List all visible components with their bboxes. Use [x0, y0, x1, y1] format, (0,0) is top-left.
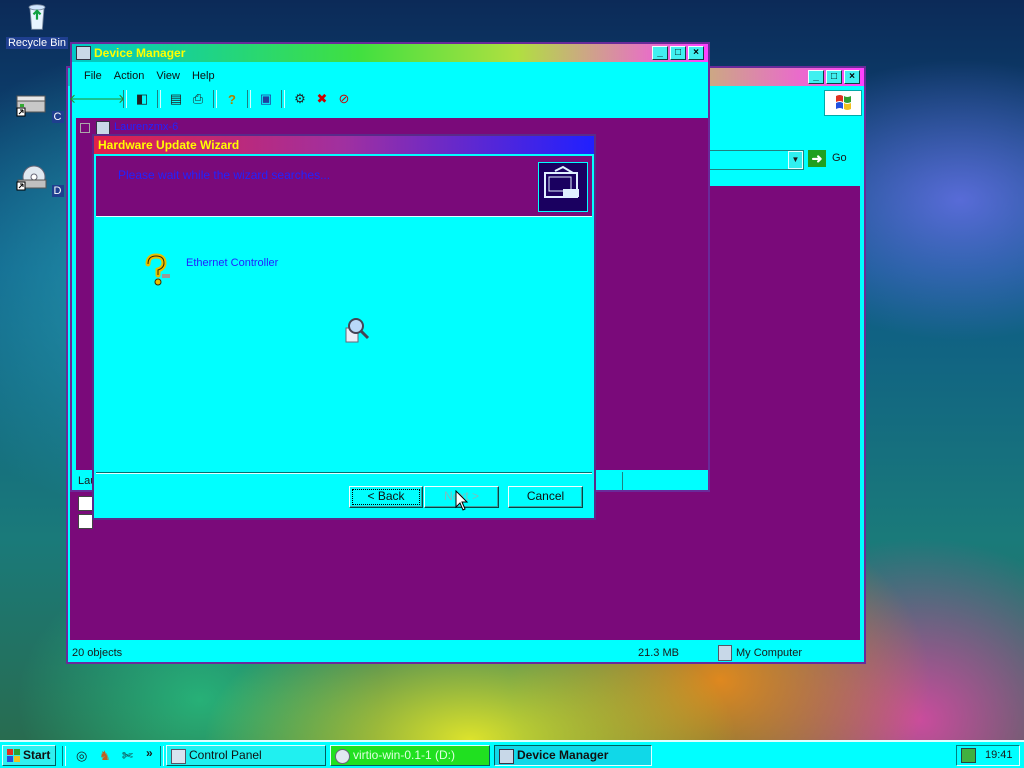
maximize-button[interactable]: □ [826, 70, 842, 84]
cd-drive-icon [335, 749, 350, 764]
status-objects: 20 objects [72, 647, 123, 659]
uninstall-icon[interactable]: ✖ [312, 90, 332, 108]
close-button[interactable]: × [688, 46, 704, 60]
print-icon[interactable]: ⎙ [188, 90, 208, 108]
wizard-header: Please wait while the wizard searches... [96, 156, 592, 217]
cd-drive-icon [16, 165, 47, 191]
device-name: Ethernet Controller [186, 257, 279, 269]
start-label: Start [23, 748, 51, 762]
menu-bar: File Action View Help [78, 68, 221, 84]
menu-help[interactable]: Help [186, 68, 221, 84]
task-label: virtio-win-0.1-1 (D:) [353, 748, 456, 762]
show-desktop-icon[interactable]: ◎ [76, 748, 87, 764]
computer-icon [96, 121, 110, 135]
windows-flag-icon [7, 749, 20, 762]
wizard-divider [96, 472, 592, 474]
computer-icon [718, 645, 732, 661]
mouse-cursor-icon [455, 490, 469, 511]
menu-file[interactable]: File [78, 68, 108, 84]
go-button[interactable]: ➜ Go [808, 150, 850, 168]
cancel-button[interactable]: Cancel [508, 486, 583, 508]
recycle-bin-icon [28, 4, 46, 30]
drive-c-desktop-icon[interactable]: C [6, 90, 72, 123]
tree-root-label[interactable]: Laurenzmx-6 [114, 121, 178, 133]
hard-drive-icon [16, 95, 46, 117]
disable-icon[interactable]: ⊘ [334, 90, 354, 108]
device-manager-icon [499, 749, 514, 764]
scan-hardware-icon[interactable]: ▣ [256, 90, 276, 108]
system-tray: 19:41 [956, 745, 1020, 766]
drive-d-desktop-icon[interactable]: D [6, 164, 72, 197]
unknown-device-icon [138, 252, 174, 288]
taskbar: Start ◎ ♞ ✄ » Control Panel virtio-win-0… [0, 740, 1024, 768]
forward-arrow-icon[interactable]: 🡒 [91, 90, 126, 108]
device-manager-app-icon [76, 46, 91, 60]
recycle-bin-label: Recycle Bin [5, 37, 69, 49]
address-dropdown-button[interactable]: ▼ [788, 151, 803, 169]
task-control-panel[interactable]: Control Panel [166, 745, 326, 766]
go-arrow-icon: ➜ [808, 150, 826, 167]
hardware-wizard-icon [538, 162, 588, 212]
wizard-titlebar[interactable]: Hardware Update Wizard [94, 136, 594, 154]
explorer-list-row-icon-2 [78, 514, 93, 529]
close-button[interactable]: × [844, 70, 860, 84]
tools-icon[interactable]: ✄ [122, 748, 133, 764]
minimize-button[interactable]: _ [652, 46, 668, 60]
toolbar: 🡐 🡒 ◧ ▤ ⎙ ? ▣ ⚙ ✖ ⊘ [69, 88, 704, 110]
menu-action[interactable]: Action [108, 68, 151, 84]
media-player-icon[interactable]: ♞ [99, 748, 111, 764]
device-manager-titlebar[interactable]: Device Manager _ □ × [72, 44, 708, 62]
clock[interactable]: 19:41 [985, 749, 1013, 761]
hardware-update-wizard[interactable]: Hardware Update Wizard Please wait while… [92, 134, 596, 520]
drive-c-label: C [51, 111, 64, 123]
tasks-separator [160, 746, 164, 766]
update-driver-icon[interactable]: ⚙ [290, 90, 310, 108]
drive-d-label: D [51, 185, 64, 197]
tree-collapse-icon[interactable] [80, 123, 90, 133]
recycle-bin-desktop-icon[interactable]: Recycle Bin [4, 2, 70, 49]
maximize-button[interactable]: □ [670, 46, 686, 60]
go-label: Go [832, 152, 847, 164]
help-icon[interactable]: ? [222, 90, 242, 108]
network-tray-icon[interactable] [961, 748, 976, 763]
status-location: My Computer [736, 647, 803, 659]
quicklaunch-chevron-icon[interactable]: » [146, 746, 153, 760]
windows-logo-icon [824, 90, 862, 116]
task-device-manager[interactable]: Device Manager [494, 745, 652, 766]
properties-icon[interactable]: ▤ [166, 90, 186, 108]
minimize-button[interactable]: _ [808, 70, 824, 84]
explorer-status-bar: 20 objects 21.3 MB My Computer [70, 644, 862, 662]
wizard-title: Hardware Update Wizard [98, 138, 240, 152]
quicklaunch-separator [62, 746, 66, 766]
control-panel-icon [171, 749, 186, 764]
searching-magnifier-icon [340, 314, 372, 346]
show-hide-tree-icon[interactable]: ◧ [132, 90, 152, 108]
start-button[interactable]: Start [2, 745, 56, 766]
wizard-header-text: Please wait while the wizard searches... [118, 168, 331, 182]
menu-view[interactable]: View [150, 68, 186, 84]
back-button[interactable]: < Back [349, 486, 423, 508]
task-virtio-win-drive[interactable]: virtio-win-0.1-1 (D:) [330, 745, 490, 766]
task-label: Control Panel [189, 748, 262, 762]
status-size: 21.3 MB [638, 647, 679, 659]
task-label: Device Manager [517, 748, 609, 762]
explorer-list-row-icon-1 [78, 496, 93, 511]
device-manager-title: Device Manager [94, 46, 186, 60]
